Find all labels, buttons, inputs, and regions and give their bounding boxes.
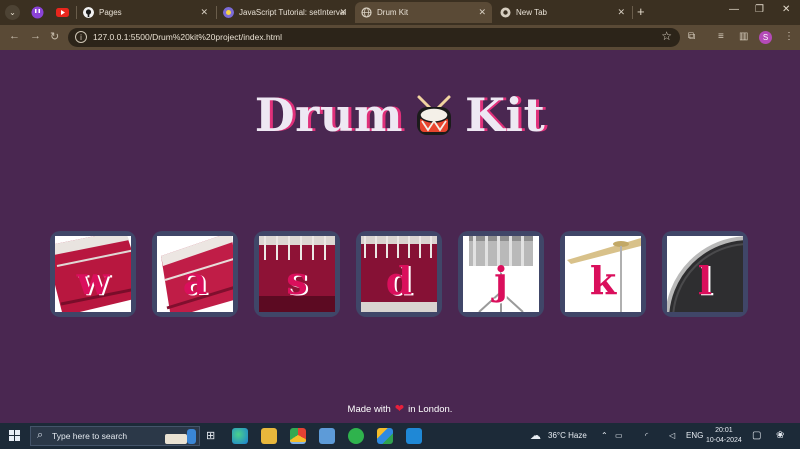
weather-icon[interactable]: ☁ [530, 423, 541, 449]
tab-bar: ⌄ Pages ✕ JavaScript Tutorial: setInterv… [0, 0, 800, 25]
widgets-icon[interactable]: ❀ [776, 423, 784, 449]
forward-button[interactable]: → [30, 30, 41, 42]
globe-icon [361, 7, 372, 18]
page-content: Drum Kit w a s d j k l Made with ❤ in Lo… [0, 50, 800, 423]
back-button[interactable]: ← [9, 30, 20, 42]
browser-toolbar: ← → ↻ i 127.0.0.1:5500/Drum%20kit%20proj… [0, 25, 800, 50]
drum-key-label: a [182, 258, 208, 303]
site-info-icon[interactable]: i [75, 31, 87, 43]
footer: Made with ❤ in London. [0, 402, 800, 415]
tab-label: JavaScript Tutorial: setInterval [239, 8, 347, 17]
battery-icon[interactable]: ▭ [615, 423, 623, 449]
store-app-icon[interactable] [319, 428, 335, 444]
new-tab-button[interactable]: + [637, 4, 645, 19]
drum-button-a[interactable]: a [152, 231, 238, 317]
task-view-icon[interactable]: ⊞ [206, 423, 215, 449]
drum-button-k[interactable]: k [560, 231, 646, 317]
edge-app-icon[interactable] [232, 428, 248, 444]
footer-text-before: Made with [347, 404, 391, 415]
whatsapp-app-icon[interactable] [348, 428, 364, 444]
windows-start-icon[interactable] [9, 430, 21, 442]
title-left: Drum [254, 88, 404, 142]
clock-time: 20:01 [715, 427, 733, 434]
taskbar-clock[interactable]: 20:01 10-04-2024 [706, 426, 742, 446]
drum-key-label: w [76, 258, 110, 303]
tab-label: New Tab [516, 8, 547, 17]
title-right: Kit [465, 88, 546, 142]
google-drive-app-icon[interactable] [377, 428, 393, 444]
address-bar[interactable]: i 127.0.0.1:5500/Drum%20kit%20project/in… [68, 28, 680, 47]
search-placeholder: Type here to search [52, 431, 128, 441]
address-text[interactable]: 127.0.0.1:5500/Drum%20kit%20project/inde… [93, 28, 282, 47]
tab-pages[interactable]: Pages ✕ [77, 2, 214, 23]
github-icon [83, 7, 94, 18]
tab-search-button[interactable]: ⌄ [5, 5, 20, 20]
drum-button-s[interactable]: s [254, 231, 340, 317]
drum-button-w[interactable]: w [50, 231, 136, 317]
close-tab-icon[interactable]: ✕ [478, 2, 486, 23]
close-tab-icon[interactable]: ✕ [339, 2, 347, 23]
chrome-icon [500, 7, 511, 18]
chrome-app-icon[interactable] [290, 428, 306, 444]
language-indicator[interactable]: ENG [686, 423, 703, 449]
profile-avatar[interactable]: S [759, 31, 772, 44]
close-tab-icon[interactable]: ✕ [200, 2, 208, 23]
file-explorer-icon[interactable] [261, 428, 277, 444]
taskbar-search-box[interactable]: ⌕ Type here to search [30, 426, 200, 446]
footer-text-after: in London. [408, 404, 453, 415]
restore-button[interactable]: ❐ [755, 4, 764, 15]
close-window-button[interactable]: ✕ [782, 4, 790, 15]
side-panel-icon[interactable]: ▥ [739, 31, 748, 42]
drum-button-j[interactable]: j [458, 231, 544, 317]
drum-emoji-icon [411, 93, 457, 139]
reload-button[interactable]: ↻ [50, 30, 59, 43]
tab-label: Drum Kit [377, 8, 409, 17]
search-icon: ⌕ [37, 429, 44, 441]
notifications-icon[interactable]: ▢ [752, 423, 761, 449]
menu-kebab-icon[interactable]: ⋮ [784, 31, 794, 42]
pinned-tab-2[interactable] [55, 5, 70, 20]
drum-set: w a s d j k l [50, 231, 750, 317]
bookmark-star-icon[interactable]: ☆ [661, 29, 672, 43]
drum-key-label: k [589, 258, 617, 303]
pinned-tab-1[interactable] [30, 5, 45, 20]
drum-button-d[interactable]: d [356, 231, 442, 317]
close-tab-icon[interactable]: ✕ [617, 2, 625, 23]
tray-chevron-icon[interactable]: ⌃ [601, 423, 608, 449]
network-icon[interactable]: ◜ [645, 423, 648, 449]
search-highlight-icon [165, 429, 196, 444]
reading-list-icon[interactable]: ≡ [718, 31, 724, 42]
extensions-icon[interactable]: ⧉ [688, 31, 695, 42]
heart-icon: ❤ [394, 403, 405, 415]
drum-key-label: d [385, 258, 413, 303]
volume-icon[interactable]: ◁ [669, 423, 675, 449]
drum-key-label: l [697, 258, 713, 303]
tab-new-tab[interactable]: New Tab ✕ [494, 2, 631, 23]
drum-key-label: j [494, 258, 508, 303]
drum-key-label: s [286, 258, 308, 303]
tab-drum-kit[interactable]: Drum Kit ✕ [355, 2, 492, 23]
page-title: Drum Kit [0, 88, 800, 142]
youtube-icon [56, 8, 69, 17]
twitch-icon [31, 6, 44, 19]
tab-js-tutorial[interactable]: JavaScript Tutorial: setInterval ✕ [217, 2, 353, 23]
minimize-button[interactable]: — [729, 4, 739, 15]
tab-label: Pages [99, 8, 122, 17]
drum-button-l[interactable]: l [662, 231, 748, 317]
tutorial-icon [223, 7, 234, 18]
vscode-app-icon[interactable] [406, 428, 422, 444]
weather-text[interactable]: 36°C Haze [548, 423, 587, 449]
windows-taskbar: ⌕ Type here to search ⊞ ☁ 36°C Haze ⌃ ▭ … [0, 423, 800, 449]
clock-date: 10-04-2024 [706, 437, 742, 444]
